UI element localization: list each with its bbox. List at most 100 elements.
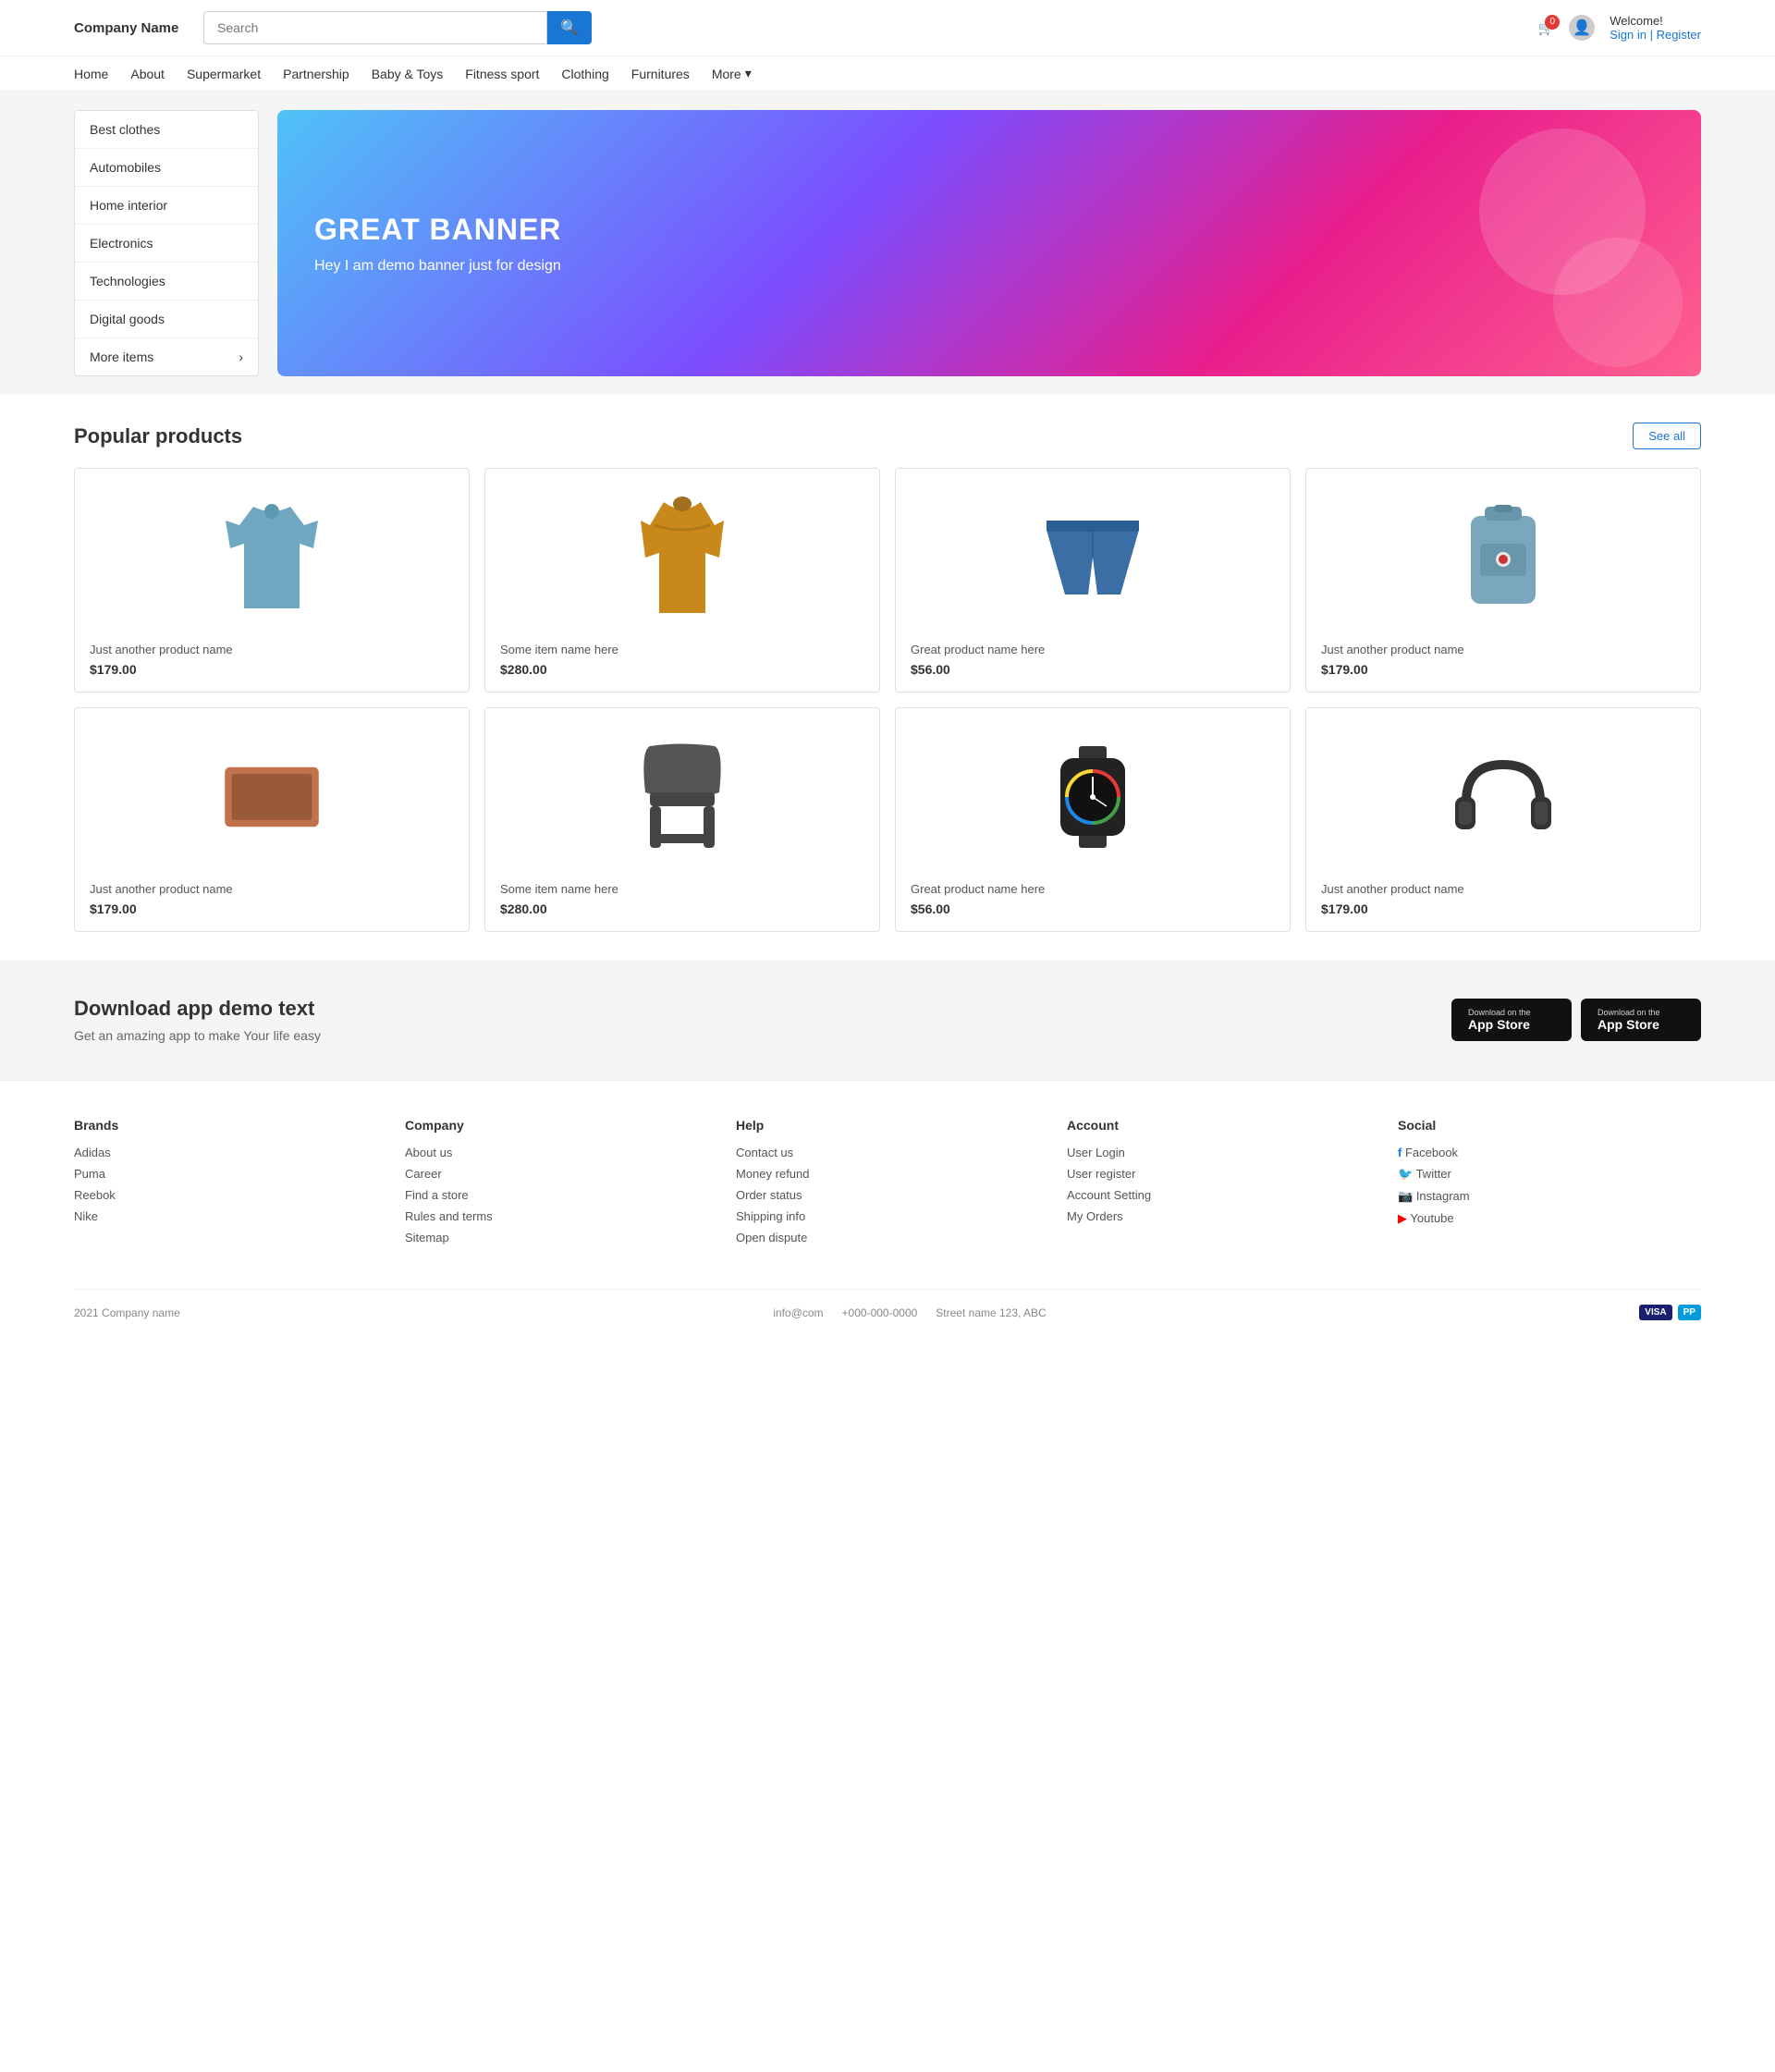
footer-email: info@com (773, 1306, 823, 1319)
app-buttons: Download on the App Store Download on th… (1451, 999, 1701, 1041)
footer-link-facebook[interactable]: f Facebook (1398, 1146, 1701, 1159)
footer-link-instagram[interactable]: 📷 Instagram (1398, 1189, 1701, 1204)
footer-link-shipping[interactable]: Shipping info (736, 1209, 1039, 1223)
product-image (500, 723, 864, 871)
nav-fitness[interactable]: Fitness sport (465, 67, 539, 81)
section-header: Popular products See all (74, 423, 1701, 449)
sidebar-item-digital-goods[interactable]: Digital goods (75, 300, 258, 338)
product-name: Just another product name (1321, 882, 1685, 896)
footer-link-adidas[interactable]: Adidas (74, 1146, 377, 1159)
app-download-section: Download app demo text Get an amazing ap… (0, 960, 1775, 1080)
footer-link-refund[interactable]: Money refund (736, 1167, 1039, 1181)
app-title: Download app demo text (74, 997, 321, 1021)
sidebar-item-automobiles[interactable]: Automobiles (75, 149, 258, 187)
product-card[interactable]: Some item name here $280.00 (484, 707, 880, 932)
copyright-text: 2021 Company name (74, 1306, 180, 1319)
footer-help-title: Help (736, 1118, 1039, 1133)
hero-section: Best clothes Automobiles Home interior E… (0, 92, 1775, 395)
footer: Brands Adidas Puma Reebok Nike Company A… (0, 1080, 1775, 1339)
footer-link-reebok[interactable]: Reebok (74, 1188, 377, 1202)
footer-link-puma[interactable]: Puma (74, 1167, 377, 1181)
appstore-button-2[interactable]: Download on the App Store (1581, 999, 1701, 1041)
footer-link-youtube[interactable]: ▶ Youtube (1398, 1211, 1701, 1226)
product-name: Some item name here (500, 643, 864, 656)
app-text: Download app demo text Get an amazing ap… (74, 997, 321, 1043)
see-all-button[interactable]: See all (1633, 423, 1701, 449)
visa-icon: VISA (1639, 1305, 1671, 1320)
cart-icon[interactable]: 🛒 0 (1538, 20, 1554, 36)
footer-link-user-login[interactable]: User Login (1067, 1146, 1370, 1159)
search-input[interactable] (203, 11, 547, 44)
footer-link-my-orders[interactable]: My Orders (1067, 1209, 1370, 1223)
footer-social: Social f Facebook 🐦 Twitter 📷 Instagram … (1398, 1118, 1701, 1252)
product-price: $56.00 (911, 662, 1275, 677)
footer-address: Street name 123, ABC (936, 1306, 1046, 1319)
nav-home[interactable]: Home (74, 67, 108, 81)
footer-link-sitemap[interactable]: Sitemap (405, 1231, 708, 1244)
footer-columns: Brands Adidas Puma Reebok Nike Company A… (74, 1118, 1701, 1252)
instagram-icon: 📷 (1398, 1189, 1413, 1203)
sidebar-item-home-interior[interactable]: Home interior (75, 187, 258, 225)
product-price: $179.00 (90, 662, 454, 677)
appstore-button-1[interactable]: Download on the App Store (1451, 999, 1572, 1041)
user-icon[interactable]: 👤 (1569, 15, 1595, 41)
footer-link-dispute[interactable]: Open dispute (736, 1231, 1039, 1244)
product-image (1321, 484, 1685, 631)
nav-furnitures[interactable]: Furnitures (631, 67, 690, 81)
nav-baby-toys[interactable]: Baby & Toys (372, 67, 444, 81)
product-card[interactable]: Just another product name $179.00 (74, 707, 470, 932)
product-card[interactable]: Just another product name $179.00 (1305, 707, 1701, 932)
payment-icons: VISA PP (1639, 1305, 1701, 1320)
main-nav: Home About Supermarket Partnership Baby … (0, 56, 1775, 92)
product-image (1321, 723, 1685, 871)
header: Company Name 🔍 🛒 0 👤 Welcome! Sign in | … (0, 0, 1775, 56)
footer-help: Help Contact us Money refund Order statu… (736, 1118, 1039, 1252)
twitter-icon: 🐦 (1398, 1167, 1413, 1181)
product-name: Some item name here (500, 882, 864, 896)
product-image (911, 484, 1275, 631)
welcome-text: Welcome! Sign in | Register (1610, 14, 1701, 42)
nav-partnership[interactable]: Partnership (283, 67, 349, 81)
footer-phone: +000-000-0000 (842, 1306, 918, 1319)
product-card[interactable]: Great product name here $56.00 (895, 468, 1291, 693)
footer-link-about-us[interactable]: About us (405, 1146, 708, 1159)
footer-link-career[interactable]: Career (405, 1167, 708, 1181)
product-card[interactable]: Great product name here $56.00 (895, 707, 1291, 932)
footer-link-nike[interactable]: Nike (74, 1209, 377, 1223)
footer-account: Account User Login User register Account… (1067, 1118, 1370, 1252)
footer-link-find-store[interactable]: Find a store (405, 1188, 708, 1202)
nav-about[interactable]: About (130, 67, 165, 81)
category-sidebar: Best clothes Automobiles Home interior E… (74, 110, 259, 376)
footer-link-contact[interactable]: Contact us (736, 1146, 1039, 1159)
product-card[interactable]: Just another product name $179.00 (1305, 468, 1701, 693)
nav-clothing[interactable]: Clothing (561, 67, 608, 81)
product-price: $179.00 (1321, 901, 1685, 916)
sidebar-item-electronics[interactable]: Electronics (75, 225, 258, 263)
product-price: $179.00 (1321, 662, 1685, 677)
sidebar-item-technologies[interactable]: Technologies (75, 263, 258, 300)
footer-brands: Brands Adidas Puma Reebok Nike (74, 1118, 377, 1252)
footer-link-order-status[interactable]: Order status (736, 1188, 1039, 1202)
product-name: Great product name here (911, 882, 1275, 896)
footer-link-user-register[interactable]: User register (1067, 1167, 1370, 1181)
footer-company: Company About us Career Find a store Rul… (405, 1118, 708, 1252)
product-card[interactable]: Some item name here $280.00 (484, 468, 880, 693)
sign-in-link[interactable]: Sign in | Register (1610, 28, 1701, 42)
section-title: Popular products (74, 424, 242, 448)
sidebar-item-best-clothes[interactable]: Best clothes (75, 111, 258, 149)
footer-link-rules[interactable]: Rules and terms (405, 1209, 708, 1223)
search-button[interactable]: 🔍 (547, 11, 592, 44)
product-name: Just another product name (1321, 643, 1685, 656)
footer-link-twitter[interactable]: 🐦 Twitter (1398, 1167, 1701, 1182)
nav-more[interactable]: More ▾ (712, 66, 752, 81)
product-price: $280.00 (500, 662, 864, 677)
product-image (500, 484, 864, 631)
nav-supermarket[interactable]: Supermarket (187, 67, 261, 81)
product-card[interactable]: Just another product name $179.00 (74, 468, 470, 693)
product-price: $179.00 (90, 901, 454, 916)
header-right: 🛒 0 👤 Welcome! Sign in | Register (1538, 14, 1701, 42)
footer-bottom: 2021 Company name info@com +000-000-0000… (74, 1289, 1701, 1320)
product-name: Great product name here (911, 643, 1275, 656)
sidebar-item-more-items[interactable]: More items › (75, 338, 258, 375)
footer-link-account-setting[interactable]: Account Setting (1067, 1188, 1370, 1202)
